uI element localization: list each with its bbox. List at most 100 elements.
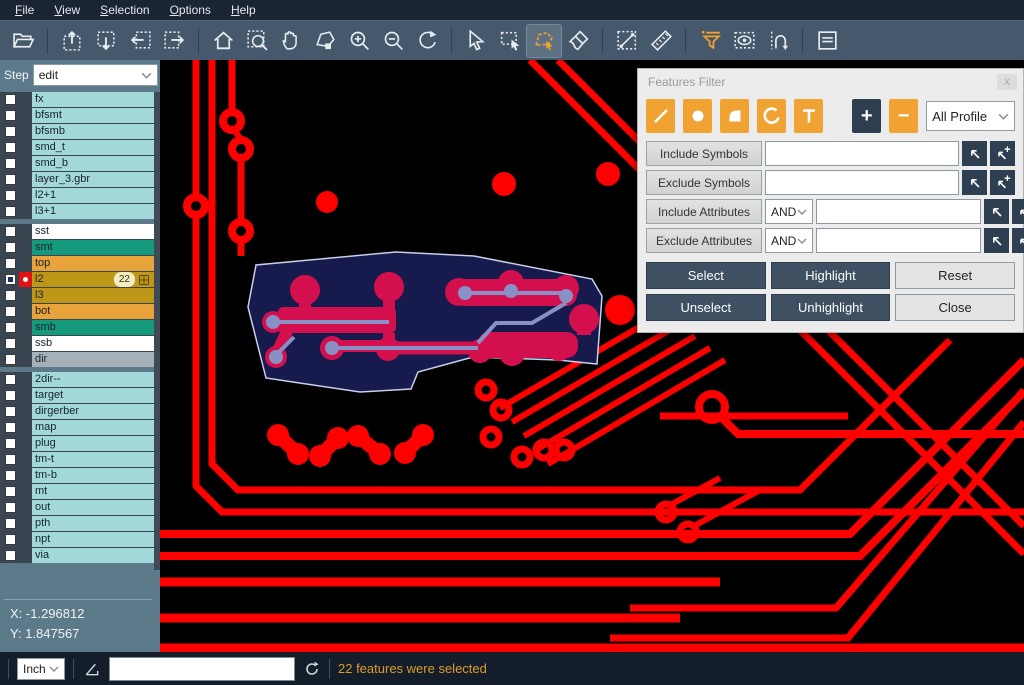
exclude-attributes-input[interactable] (816, 228, 981, 253)
layer-row-map[interactable]: map (0, 420, 154, 435)
line-feature-icon[interactable] (646, 99, 675, 133)
profile-select[interactable]: All Profile (926, 101, 1015, 131)
select-rect-icon[interactable] (493, 25, 527, 57)
layer-row-l2+1[interactable]: l2+1 (0, 188, 154, 203)
layer-checkbox[interactable] (5, 422, 16, 433)
pick-add-from-canvas-icon[interactable] (1012, 199, 1024, 224)
layer-row-bot[interactable]: bot (0, 304, 154, 319)
layer-row-smd_t[interactable]: smd_t (0, 140, 154, 155)
pan-hand-icon[interactable] (274, 25, 308, 57)
exclude-symbols-button[interactable]: Exclude Symbols (646, 170, 762, 195)
include-attributes-operator-select[interactable]: AND (765, 199, 813, 224)
step-select[interactable]: edit (33, 64, 158, 86)
refresh-icon[interactable] (303, 660, 321, 678)
select-arrow-icon[interactable] (459, 25, 493, 57)
layer-checkbox[interactable] (5, 438, 16, 449)
layer-checkbox[interactable] (5, 190, 16, 201)
menu-options[interactable]: Options (161, 2, 220, 18)
unit-select[interactable]: Inch (17, 658, 65, 680)
layer-row-2dir--[interactable]: 2dir-- (0, 372, 154, 387)
exclude-attributes-operator-select[interactable]: AND (765, 228, 813, 253)
layer-row-tm-b[interactable]: tm-b (0, 468, 154, 483)
surface-feature-icon[interactable] (720, 99, 749, 133)
layer-row-sst[interactable]: sst (0, 224, 154, 239)
layer-checkbox[interactable] (5, 338, 16, 349)
layer-row-dirgerber[interactable]: dirgerber (0, 404, 154, 419)
highlight-button[interactable]: Highlight (771, 262, 891, 289)
close-button[interactable]: Close (895, 294, 1015, 321)
layer-row-ssb[interactable]: ssb (0, 336, 154, 351)
layer-checkbox[interactable] (5, 322, 16, 333)
pick-from-canvas-icon[interactable] (962, 170, 987, 195)
zoom-in-icon[interactable] (342, 25, 376, 57)
include-symbols-input[interactable] (765, 141, 959, 166)
zoom-area-icon[interactable] (240, 25, 274, 57)
layers-panel-icon[interactable] (810, 25, 844, 57)
menu-view[interactable]: View (45, 2, 89, 18)
close-icon[interactable]: x (997, 74, 1017, 90)
layer-row-dir[interactable]: dir (0, 352, 154, 367)
layer-row-mt[interactable]: mt (0, 484, 154, 499)
layer-checkbox[interactable] (5, 470, 16, 481)
layer-row-top[interactable]: top (0, 256, 154, 271)
exclude-attributes-button[interactable]: Exclude Attributes (646, 228, 762, 253)
pad-feature-icon[interactable] (683, 99, 712, 133)
layer-checkbox[interactable] (5, 374, 16, 385)
layer-row-npt[interactable]: npt (0, 532, 154, 547)
layer-row-smb[interactable]: smb (0, 320, 154, 335)
layer-checkbox[interactable] (5, 502, 16, 513)
pick-add-from-canvas-icon[interactable] (990, 141, 1015, 166)
layer-checkbox[interactable] (5, 550, 16, 561)
pick-add-from-canvas-icon[interactable] (1012, 228, 1024, 253)
layer-checkbox[interactable] (5, 518, 16, 529)
layer-checkbox[interactable] (5, 142, 16, 153)
layer-row-l3+1[interactable]: l3+1 (0, 204, 154, 219)
layer-checkbox[interactable] (5, 242, 16, 253)
pan-down-icon[interactable] (89, 25, 123, 57)
exclude-symbols-input[interactable] (765, 170, 959, 195)
layer-checkbox[interactable] (5, 110, 16, 121)
grid-icon[interactable] (139, 275, 149, 285)
select-button[interactable]: Select (646, 262, 766, 289)
layer-row-plug[interactable]: plug (0, 436, 154, 451)
layer-row-layer_3.gbr[interactable]: layer_3.gbr (0, 172, 154, 187)
layer-checkbox[interactable] (5, 274, 16, 285)
layer-checkbox[interactable] (5, 406, 16, 417)
layer-row-bfsmb[interactable]: bfsmb (0, 124, 154, 139)
layer-checkbox[interactable] (5, 226, 16, 237)
remove-mode-button[interactable]: − (889, 99, 918, 133)
layer-row-smt[interactable]: smt (0, 240, 154, 255)
layer-checkbox[interactable] (5, 258, 16, 269)
layer-row-pth[interactable]: pth (0, 516, 154, 531)
layer-row-bfsmt[interactable]: bfsmt (0, 108, 154, 123)
layer-checkbox[interactable] (5, 158, 16, 169)
home-icon[interactable] (206, 25, 240, 57)
include-attributes-button[interactable]: Include Attributes (646, 199, 762, 224)
layer-row-target[interactable]: target (0, 388, 154, 403)
view-area-icon[interactable] (727, 25, 761, 57)
clean-brush-icon[interactable] (561, 25, 595, 57)
select-polygon-icon[interactable] (527, 25, 561, 57)
layer-checkbox[interactable] (5, 174, 16, 185)
arc-feature-icon[interactable] (757, 99, 786, 133)
menu-file[interactable]: File (6, 2, 43, 18)
layer-row-out[interactable]: out (0, 500, 154, 515)
unhighlight-button[interactable]: Unhighlight (771, 294, 891, 321)
text-feature-icon[interactable] (794, 99, 823, 133)
layer-row-smd_b[interactable]: smd_b (0, 156, 154, 171)
pick-from-canvas-icon[interactable] (962, 141, 987, 166)
pan-left-icon[interactable] (123, 25, 157, 57)
reset-button[interactable]: Reset (895, 262, 1015, 289)
layer-checkbox[interactable] (5, 126, 16, 137)
layer-checkbox[interactable] (5, 486, 16, 497)
measure-line-icon[interactable] (610, 25, 644, 57)
layer-row-fx[interactable]: fx (0, 92, 154, 107)
menu-help[interactable]: Help (222, 2, 265, 18)
jump-icon[interactable] (761, 25, 795, 57)
pan-up-icon[interactable] (55, 25, 89, 57)
include-attributes-input[interactable] (816, 199, 981, 224)
menu-selection[interactable]: Selection (91, 2, 158, 18)
layer-checkbox[interactable] (5, 354, 16, 365)
layer-checkbox[interactable] (5, 290, 16, 301)
ruler-icon[interactable] (644, 25, 678, 57)
